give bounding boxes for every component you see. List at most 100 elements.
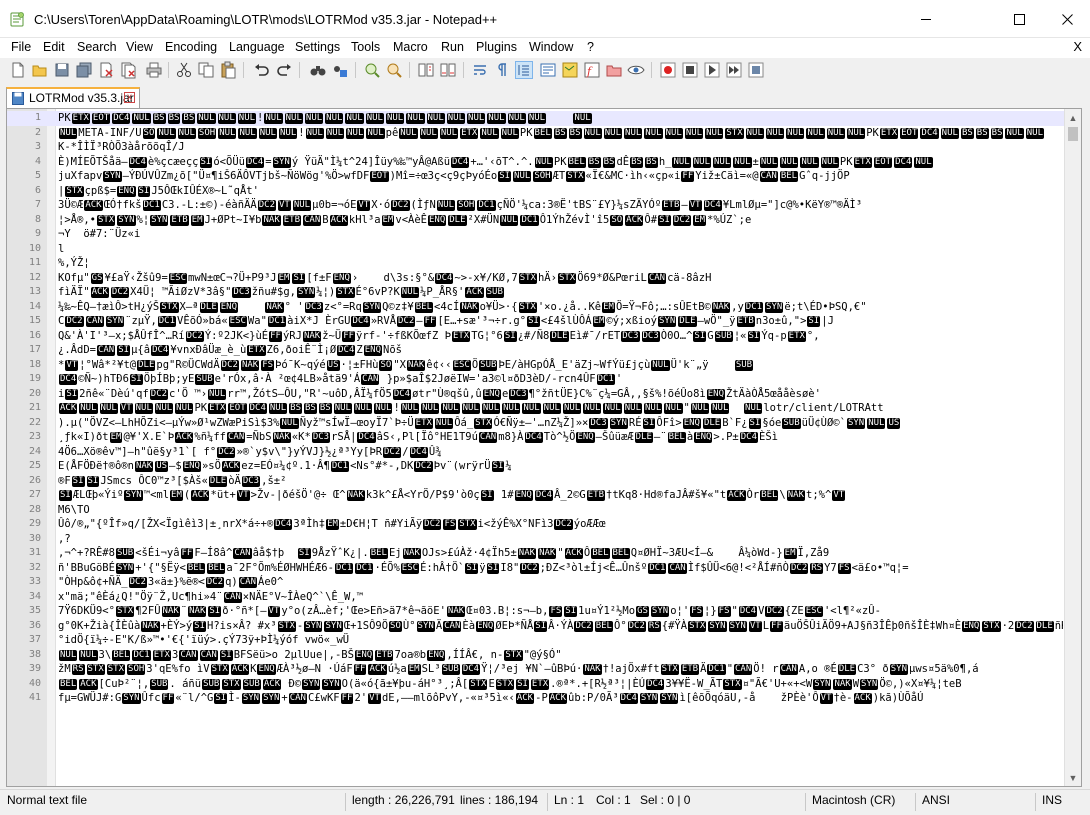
print-button[interactable]: [145, 61, 163, 79]
close-file-button[interactable]: [97, 61, 115, 79]
editor-line[interactable]: 16 Q&'À'I'³—x;$ÅÛfÎ^…Rí DC2 Ý:º2JK<}ùÉ FF ýRJ…: [7, 329, 1067, 344]
editor-line[interactable]: 14 ¼‰~ÊQ—†æìÔ>tH¿ýŠ STX X—ª DLE ENQ NAK ° ' DC3…: [7, 300, 1067, 315]
zoom-out-button[interactable]: [385, 61, 403, 79]
stop-recording-button[interactable]: [681, 61, 699, 79]
editor-line[interactable]: 37 °idÖ{ï¼÷-E"K/ß»™•'€{'ïüý>.çÝ73ÿ+ÞÌ¼ýóf…: [7, 633, 1067, 648]
editor-line[interactable]: 15 C DC2 CAN SYN ¨zµŸ, DC1 VÊõÓ»bá« ESC Wa" DC1 àiX…: [7, 314, 1067, 329]
editor-line[interactable]: 23 ¸ƒk«I)ðt EM @¥'X.E`Þ ACK %ñ¼ff CAN =ÑbS NAK «K…: [7, 430, 1067, 445]
menu-edit[interactable]: Edit: [43, 40, 65, 54]
editor-line[interactable]: 11 %,ÝŽ¦: [7, 256, 1067, 271]
cut-button[interactable]: [175, 61, 193, 79]
editor[interactable]: 1 PK ETX EOT DC4 NUL BS BS BS NUL NUL NUL! NUL NUL NUL…: [6, 108, 1082, 787]
menu-language[interactable]: Language: [229, 40, 285, 54]
menu-tools[interactable]: Tools: [351, 40, 380, 54]
menu-plugins[interactable]: Plugins: [476, 40, 517, 54]
menu-help[interactable]: ?: [587, 40, 594, 54]
editor-line[interactable]: 34 x"mä;"êÈá¿Q!"Öÿ¨Ž,Uc¶hi»4¨ CAN ×NÄE°V~ÎÀ…: [7, 590, 1067, 605]
show-all-characters-button[interactable]: [493, 61, 511, 79]
editor-line[interactable]: 36 g°0K+Žià{ÎÈûà NAK +ÈÝ>ý SI H?is×Â? #x³ STX -…: [7, 619, 1067, 634]
playback-macro-button[interactable]: [703, 61, 721, 79]
record-macro-button[interactable]: [659, 61, 677, 79]
status-insert-mode[interactable]: INS: [1037, 790, 1077, 815]
new-file-button[interactable]: [9, 61, 27, 79]
menu-search[interactable]: Search: [77, 40, 117, 54]
editor-line[interactable]: 20 i SI 2ñê«¨Dèú'qf DC2 c'Ö ™› NUL rr™,ŽótS—ÔU,…: [7, 387, 1067, 402]
sync-horizontal-button[interactable]: [439, 61, 457, 79]
replace-button[interactable]: [331, 61, 349, 79]
word-wrap-button[interactable]: [471, 61, 489, 79]
editor-line[interactable]: 18 * VT ¦°Wâ*²¥t@ DLE pg"R©ÜCWdÄ DC2 NAK FS Þó¯K~…: [7, 358, 1067, 373]
editor-line[interactable]: 30,?: [7, 532, 1067, 547]
monitoring-button[interactable]: [627, 61, 645, 79]
editor-line[interactable]: 1 PK ETX EOT DC4 NUL BS BS BS NUL NUL NUL! NUL NUL NUL…: [7, 111, 1067, 126]
sync-vertical-button[interactable]: [417, 61, 435, 79]
menu-view[interactable]: View: [126, 40, 153, 54]
save-macro-button[interactable]: [747, 61, 765, 79]
menu-run[interactable]: Run: [441, 40, 464, 54]
vertical-scrollbar[interactable]: ▲ ▼: [1064, 109, 1081, 786]
close-button[interactable]: [1044, 0, 1090, 38]
document-map-button[interactable]: [561, 61, 579, 79]
editor-line[interactable]: 2 NUL META-INF/U SO NUL NUL SOH NUL NUL NUL NUL! NU…: [7, 126, 1067, 141]
menu-window[interactable]: Window: [529, 40, 573, 54]
editor-line[interactable]: 26 ®F SI SI JSmcs ÔC0™z³[$Àš« DLE òÄ DC3 ,š±²: [7, 474, 1067, 489]
editor-line[interactable]: 10 l: [7, 242, 1067, 257]
copy-button[interactable]: [197, 61, 215, 79]
status-encoding[interactable]: ANSI: [917, 790, 1035, 815]
editor-line[interactable]: 12 KOfµ" GS ¥£aŸ‹Žšû9= ESC mwN±œC¬?Ü+P9³J EM SI…: [7, 271, 1067, 286]
editor-line[interactable]: 17 ¿.ÂdD= CAN SI µ{â DC4 ¥vnxÐâÜæ_è_ù ETX Z6,ðoi…: [7, 343, 1067, 358]
editor-line[interactable]: 22).µ("ÖVZ<–LhHÕZi<–µÝw»Ø¹wZWæPiSì$3% NUL…: [7, 416, 1067, 431]
user-defined-language-button[interactable]: [539, 61, 557, 79]
menu-macro[interactable]: Macro: [393, 40, 428, 54]
editor-line[interactable]: 6 | STX çpß$= ENQ SI J5ÔŒkIÛÉX®~L˜qÅt': [7, 184, 1067, 199]
editor-line[interactable]: 35 7Ÿ6DKÜ9<° STX ¶2FÛ NAK ¨ NAK SI ð·°ñ*[— VT y°o(…: [7, 604, 1067, 619]
close-document-button[interactable]: X: [1073, 39, 1082, 54]
minimize-button[interactable]: [903, 0, 949, 38]
editor-line[interactable]: 13 fìÄÏ" ACK DC2 X4Ü¦ ™ÃiØzV*3â§" DC3 žñu#$g, S…: [7, 285, 1067, 300]
editor-line[interactable]: 38 NUL NUL 3\ BEL DC1 ETX 3 CAN CAN SI BFSëü>o 2µlU…: [7, 648, 1067, 663]
editor-line[interactable]: 3 K-*ÎÌÏ³RÒÕ3àårõõqÎ/J: [7, 140, 1067, 155]
tab-close-icon[interactable]: x: [124, 92, 135, 103]
redo-button[interactable]: [275, 61, 293, 79]
maximize-button[interactable]: [996, 0, 1042, 38]
editor-line[interactable]: 40 BEL ACK [CuÞ²¨¦, SUB. áñü SUB STX SUB ACK Ð© S…: [7, 677, 1067, 692]
editor-line[interactable]: 7 3Ü©Æ ACK ŒÓ†fkš DC1 C3.-L:±©)-éàñÄÄ DC2 VT NUL…: [7, 198, 1067, 213]
indent-guide-button[interactable]: [515, 61, 533, 79]
undo-button[interactable]: [253, 61, 271, 79]
editor-line[interactable]: 24 4Ö6…Xö®êv™]—h"ûë§y³1`[ f° DC2 »®`y$v\"}y…: [7, 445, 1067, 460]
editor-line[interactable]: 19 DC4 ©Ñ~)hTÐ6 SI ÖþÍBþ;yE SUB e'rÓx,â·À ²œ¢4…: [7, 372, 1067, 387]
editor-line[interactable]: 39 žM RS STX STX SOH 3'qE%fo ìV STX ACK K ENQ ÆÀ³½ø…: [7, 662, 1067, 677]
editor-line[interactable]: 27 SI ÆLŒþ«Ýiº SYN ™<ml EM(ACK *üt+ VT >Žv-|ðéšÖ…: [7, 488, 1067, 503]
redo-icon: [277, 64, 291, 76]
menu-settings[interactable]: Settings: [295, 40, 340, 54]
paste-button[interactable]: [219, 61, 237, 79]
editor-line[interactable]: 5 juXfapv SYN —ÝÐÚVÛZm¿õ["Ü¤¶iŠ6ÄÔVTjbš~ÑöW…: [7, 169, 1067, 184]
tab-lotrmod-jar[interactable]: LOTRMod v35.3.jar x: [6, 87, 140, 108]
scroll-down-arrow-icon[interactable]: ▼: [1065, 769, 1081, 786]
save-all-button[interactable]: [75, 61, 93, 79]
menu-file[interactable]: File: [11, 40, 31, 54]
editor-line[interactable]: 8 ¦>Å®,• STX SYN %¦ SYN ETB EM J+ØPt~I¥b NAK ETB CA…: [7, 213, 1067, 228]
scrollbar-thumb[interactable]: [1068, 127, 1078, 141]
editor-line[interactable]: 32 ñ'BBuGöBÉ SYN +'{"§Ëÿ< BEL BEL a¯2F°Õm%ÉØHW…: [7, 561, 1067, 576]
run-macro-multiple-button[interactable]: [725, 61, 743, 79]
save-button[interactable]: [53, 61, 71, 79]
folder-as-workspace-button[interactable]: [605, 61, 623, 79]
editor-line[interactable]: 41 fµ=GWÜJ#:G SYN Ûfc FF «¨l/^G SI Ì- SYN SYN + CAN…: [7, 691, 1067, 706]
editor-line[interactable]: 28 M6\TO: [7, 503, 1067, 518]
editor-line[interactable]: 31 ,¬^+?RÊ#8 SUB <šÉi¬yâ FF F—Í8â^ CAN âå$†þ SI…: [7, 546, 1067, 561]
editor-line[interactable]: 9 ¬Y ö#7:¨Üz«i: [7, 227, 1067, 242]
zoom-in-button[interactable]: [363, 61, 381, 79]
scroll-up-arrow-icon[interactable]: ▲: [1065, 109, 1081, 126]
editor-line[interactable]: 21 ACK NUL NUL VT NUL NUL NUL PK ETX EOT DC4 NUL BS BS…: [7, 401, 1067, 416]
editor-line[interactable]: 29 Ûô/®„"{ºÎf»q/[ŽX<Ïgìêì3|±¸nrX*á÷+® DC4 3…: [7, 517, 1067, 532]
editor-line[interactable]: 25 E(ÅFÖÐë†®ô®n NAK US –$ ENQ »sÖ ACK ez=EÓ¤¼¢º.…: [7, 459, 1067, 474]
editor-line[interactable]: 4 È)MÍEÕTŠåä— DC4 è%çcæeçç SI ó<ÕÜü DC4 = SYN ý Ÿ…: [7, 155, 1067, 170]
open-file-button[interactable]: [31, 61, 49, 79]
close-all-button[interactable]: [119, 61, 137, 79]
find-button[interactable]: [309, 61, 327, 79]
function-list-button[interactable]: f: [583, 61, 601, 79]
editor-line[interactable]: 33 "ÒHp&ô¢+ÑÄ_ DC2 3«ä±}%ë®< DC2 q) CAN Áe0^: [7, 575, 1067, 590]
status-eol-format[interactable]: Macintosh (CR): [807, 790, 915, 815]
menu-encoding[interactable]: Encoding: [165, 40, 217, 54]
